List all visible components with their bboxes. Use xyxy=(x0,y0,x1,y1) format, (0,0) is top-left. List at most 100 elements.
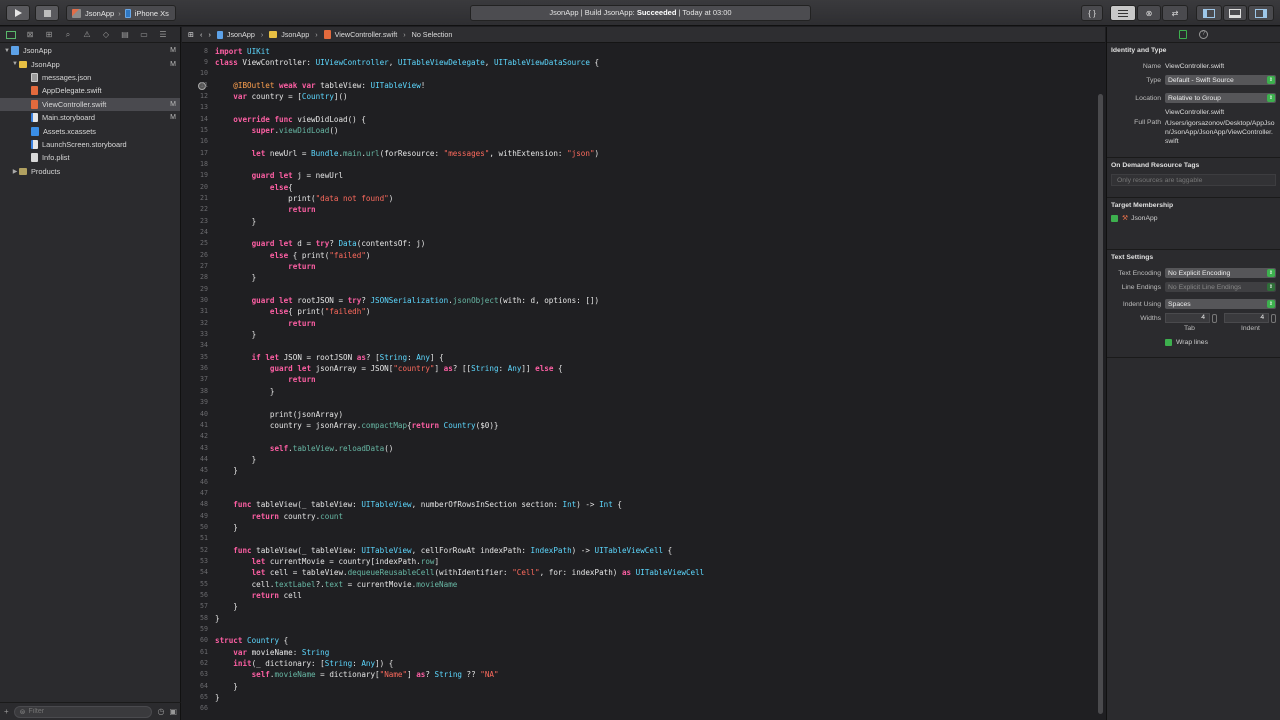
code-line[interactable]: 21 print("data not found") xyxy=(182,193,1097,204)
line-text[interactable]: return cell xyxy=(208,590,302,601)
code-line[interactable]: 26 else { print("failed") xyxy=(182,250,1097,261)
version-editor-button[interactable]: ⇄ xyxy=(1162,5,1188,21)
toggle-navigator-button[interactable] xyxy=(1196,5,1222,21)
report-navigator-icon[interactable]: ☰ xyxy=(158,30,168,39)
tree-item-file[interactable]: LaunchScreen.storyboard xyxy=(0,138,180,151)
disclosure-open-icon[interactable]: ▼ xyxy=(3,48,11,54)
line-text[interactable]: init(_ dictionary: [String: Any]) { xyxy=(208,658,393,669)
line-text[interactable] xyxy=(208,284,215,295)
code-line[interactable]: 39 xyxy=(182,397,1097,408)
name-field[interactable]: ViewController.swift xyxy=(1165,63,1276,70)
line-text[interactable] xyxy=(208,477,215,488)
line-text[interactable] xyxy=(208,703,215,714)
file-inspector-icon[interactable] xyxy=(1179,30,1187,39)
line-text[interactable]: if let JSON = rootJSON as? [String: Any]… xyxy=(208,352,444,363)
code-line[interactable]: 31 else{ print("failedh") xyxy=(182,306,1097,317)
code-line[interactable]: 28 } xyxy=(182,272,1097,283)
code-line[interactable]: 14 override func viewDidLoad() { xyxy=(182,114,1097,125)
line-text[interactable]: guard let d = try? Data(contentsOf: j) xyxy=(208,238,426,249)
line-text[interactable]: print("data not found") xyxy=(208,193,393,204)
line-text[interactable]: guard let rootJSON = try? JSONSerializat… xyxy=(208,295,600,306)
tab-width-stepper[interactable] xyxy=(1212,313,1217,323)
code-line[interactable]: 41 country = jsonArray.compactMap{return… xyxy=(182,420,1097,431)
line-text[interactable] xyxy=(208,340,215,351)
disclosure-closed-icon[interactable]: ▶ xyxy=(11,168,19,175)
code-line[interactable]: 50 } xyxy=(182,522,1097,533)
breakpoint-navigator-icon[interactable]: ▭ xyxy=(139,30,149,39)
code-line[interactable]: 49 return country.count xyxy=(182,511,1097,522)
line-text[interactable]: return xyxy=(208,261,315,272)
type-popup[interactable]: Default - Swift Source ⇕ xyxy=(1165,75,1276,85)
forward-icon[interactable]: › xyxy=(208,30,210,39)
source-control-icon[interactable]: ⊠ xyxy=(25,30,35,39)
line-text[interactable]: import UIKit xyxy=(208,46,270,57)
tree-item-file[interactable]: AppDelegate.swift xyxy=(0,84,180,97)
code-line[interactable]: 45 } xyxy=(182,465,1097,476)
code-line[interactable]: 15 super.viewDidLoad() xyxy=(182,125,1097,136)
recent-files-icon[interactable]: ◷ xyxy=(157,707,164,716)
line-text[interactable]: } xyxy=(208,681,238,692)
tree-item-file[interactable]: Main.storyboard M xyxy=(0,111,180,124)
source-editor[interactable]: 8 import UIKit 9 class ViewController: UIVi… xyxy=(182,44,1105,720)
line-text[interactable]: country = jsonArray.compactMap{return Co… xyxy=(208,420,499,431)
line-text[interactable]: } xyxy=(208,613,220,624)
tree-item-file[interactable]: Assets.xcassets xyxy=(0,124,180,137)
line-text[interactable]: } xyxy=(208,216,257,227)
line-text[interactable]: return xyxy=(208,204,315,215)
line-text[interactable]: else{ print("failedh") xyxy=(208,306,371,317)
scm-filter-icon[interactable]: ▣ xyxy=(169,707,177,716)
code-line[interactable]: 57 } xyxy=(182,601,1097,612)
debug-navigator-icon[interactable]: ▤ xyxy=(120,30,130,39)
test-navigator-icon[interactable]: ◇ xyxy=(101,30,111,39)
code-line[interactable]: 25 guard let d = try? Data(contentsOf: j… xyxy=(182,238,1097,249)
tree-item-file-selected[interactable]: ViewController.swift M xyxy=(0,97,180,111)
code-line[interactable]: 66 xyxy=(182,703,1097,714)
toggle-inspector-button[interactable] xyxy=(1248,5,1274,21)
code-line[interactable]: 51 xyxy=(182,533,1097,544)
encoding-popup[interactable]: No Explicit Encoding ⇕ xyxy=(1165,268,1276,278)
line-text[interactable]: func tableView(_ tableView: UITableView,… xyxy=(208,545,672,556)
code-line[interactable]: 38 } xyxy=(182,386,1097,397)
tab-width-field[interactable]: 4 xyxy=(1165,313,1210,323)
code-line[interactable]: 13 xyxy=(182,102,1097,113)
code-line[interactable]: 40 print(jsonArray) xyxy=(182,409,1097,420)
tree-item-file[interactable]: messages.json xyxy=(0,71,180,84)
indent-popup[interactable]: Spaces ⇕ xyxy=(1165,299,1276,309)
code-line[interactable]: 37 return xyxy=(182,374,1097,385)
line-text[interactable] xyxy=(208,431,215,442)
code-line[interactable]: 44 } xyxy=(182,454,1097,465)
line-endings-popup[interactable]: No Explicit Line Endings ⇕ xyxy=(1165,282,1276,292)
code-line[interactable]: 47 xyxy=(182,488,1097,499)
code-line[interactable]: 10 xyxy=(182,68,1097,79)
code-line[interactable]: 43 self.tableView.reloadData() xyxy=(182,443,1097,454)
line-text[interactable]: var country = [Country]() xyxy=(208,91,347,102)
code-line[interactable]: 24 xyxy=(182,227,1097,238)
indent-width-field[interactable]: 4 xyxy=(1224,313,1270,323)
code-line[interactable]: 11 @IBOutlet weak var tableView: UITable… xyxy=(182,80,1097,91)
line-text[interactable]: guard let j = newUrl xyxy=(208,170,343,181)
project-navigator-icon[interactable] xyxy=(6,30,16,39)
code-line[interactable]: 64 } xyxy=(182,681,1097,692)
disclosure-open-icon[interactable]: ▼ xyxy=(11,61,19,67)
code-line[interactable]: 53 let currentMovie = country[indexPath.… xyxy=(182,556,1097,567)
line-text[interactable] xyxy=(208,136,215,147)
code-line[interactable]: 8 import UIKit xyxy=(182,46,1097,57)
filter-field[interactable]: ⊜ xyxy=(13,705,153,718)
code-line[interactable]: 36 guard let jsonArray = JSON["country"]… xyxy=(182,363,1097,374)
line-text[interactable]: let newUrl = Bundle.main.url(forResource… xyxy=(208,148,600,159)
line-text[interactable]: let currentMovie = country[indexPath.row… xyxy=(208,556,439,567)
line-text[interactable]: self.tableView.reloadData() xyxy=(208,443,393,454)
tree-item-file[interactable]: Info.plist xyxy=(0,151,180,164)
related-items-icon[interactable]: ⊞ xyxy=(188,30,194,39)
line-text[interactable] xyxy=(208,227,215,238)
standard-editor-button[interactable] xyxy=(1110,5,1136,21)
code-line[interactable]: 63 self.movieName = dictionary["Name"] a… xyxy=(182,669,1097,680)
line-text[interactable]: else { print("failed") xyxy=(208,250,371,261)
line-text[interactable] xyxy=(208,102,215,113)
line-text[interactable] xyxy=(208,533,215,544)
code-area[interactable]: 8 import UIKit 9 class ViewController: UIVi… xyxy=(182,46,1097,715)
scheme-selector[interactable]: JsonApp › iPhone Xs xyxy=(66,5,176,21)
line-text[interactable]: @IBOutlet weak var tableView: UITableVie… xyxy=(208,80,425,91)
code-line[interactable]: 60 struct Country { xyxy=(182,635,1097,646)
assistant-editor-button[interactable]: ⊗ xyxy=(1137,5,1161,21)
